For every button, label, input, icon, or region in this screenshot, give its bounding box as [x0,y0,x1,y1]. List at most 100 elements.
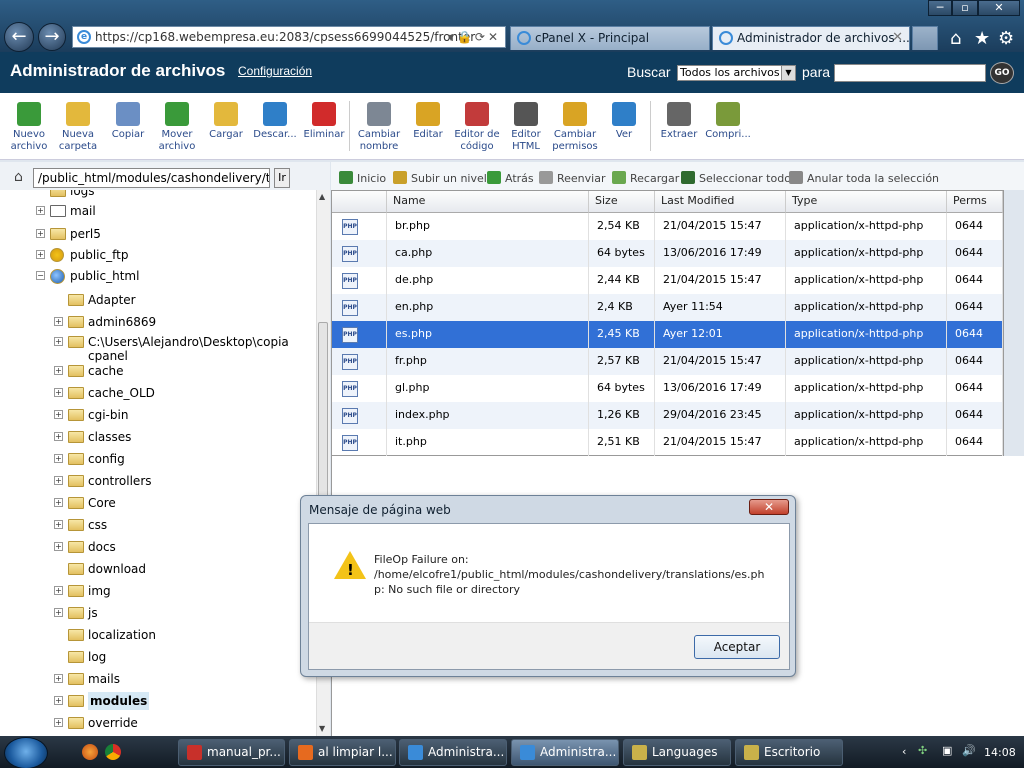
toolbar-button[interactable]: Nueva carpeta [53,96,103,153]
close-window-button[interactable]: ✕ [978,0,1020,16]
toolbar-button[interactable]: Compri... [703,96,753,141]
expand-icon[interactable]: + [54,410,63,419]
taskbar-item[interactable]: al limpiar l... [289,739,396,766]
expand-icon[interactable]: + [54,586,63,595]
gear-icon[interactable]: ⚙ [998,28,1014,49]
php-file-icon: PHP [342,327,358,343]
go-button[interactable]: GO [990,62,1014,84]
taskbar-item[interactable]: manual_pr... [178,739,285,766]
nav-action[interactable]: Recargar [612,171,679,185]
table-row[interactable]: PHP gl.php 64 bytes 13/06/2016 17:49 applica… [332,375,1003,402]
expand-icon[interactable]: + [54,454,63,463]
taskbar-item[interactable]: Languages [623,739,731,766]
expand-icon[interactable]: + [54,718,63,727]
expand-icon[interactable]: + [54,608,63,617]
table-row[interactable]: PHP es.php 2,45 KB Ayer 12:01 application/x-… [332,321,1003,348]
table-row[interactable]: PHP ca.php 64 bytes 13/06/2016 17:49 applica… [332,240,1003,267]
expand-icon[interactable]: + [54,388,63,397]
tab-cpanel[interactable]: cPanel X - Principal [510,26,710,50]
home-icon[interactable]: ⌂ [950,28,961,49]
home-directory-icon[interactable]: ⌂ [14,169,30,185]
expand-icon[interactable]: + [54,337,63,346]
star-icon[interactable]: ★ [974,28,990,49]
expand-icon[interactable]: + [54,520,63,529]
collapse-icon[interactable]: − [36,271,45,280]
toolbar-button[interactable]: Cambiar permisos [550,96,600,153]
taskbar-item[interactable]: Administra... [511,739,619,766]
accept-button[interactable]: Aceptar [694,635,780,659]
toolbar-button[interactable]: Cargar [201,96,251,141]
expand-icon[interactable]: + [54,432,63,441]
table-row[interactable]: PHP de.php 2,44 KB 21/04/2015 15:47 applicat… [332,267,1003,294]
column-header[interactable]: Size [589,191,655,213]
search-scope-select[interactable]: Todos los archivos ▼ [677,65,796,81]
table-row[interactable]: PHP en.php 2,4 KB Ayer 11:54 application/x-h… [332,294,1003,321]
address-bar[interactable]: e https://cp168.webempresa.eu:2083/cpses… [72,26,506,48]
toolbar-button[interactable]: Editar [403,96,453,141]
expand-icon[interactable]: + [54,366,63,375]
column-header[interactable]: Type [786,191,947,213]
toolbar-button[interactable]: Editor HTML [501,96,551,153]
expand-icon[interactable]: + [54,674,63,683]
toolbar-button[interactable]: Ver [599,96,649,141]
taskbar-item[interactable]: Administra... [399,739,507,766]
toolbar-button[interactable]: Eliminar [299,96,349,141]
toolbar-button[interactable]: Nuevo archivo [4,96,54,153]
toolbar-button[interactable]: Mover archivo [152,96,202,153]
table-row[interactable]: PHP it.php 2,51 KB 21/04/2015 15:47 applicat… [332,429,1003,456]
expand-icon[interactable]: + [54,476,63,485]
taskbar-item[interactable]: Escritorio [735,739,843,766]
nav-action[interactable]: Reenviar [539,171,606,185]
column-header[interactable]: Name [387,191,589,213]
expand-icon[interactable]: + [36,206,45,215]
settings-link[interactable]: Configuración [238,64,312,78]
back-button[interactable]: ← [4,22,34,52]
network-icon[interactable]: ✣ [918,744,927,757]
column-header-icon[interactable] [332,191,387,213]
chevron-left-icon[interactable]: ‹ [902,745,906,758]
file-icon-cell: PHP [332,321,387,348]
nav-action[interactable]: Anular toda la selección [789,171,939,185]
expand-icon[interactable]: + [54,542,63,551]
expand-icon[interactable]: + [36,250,45,259]
start-button[interactable] [4,737,48,768]
path-input[interactable]: /public_html/modules/cashondelivery/trar [33,168,270,188]
toolbar-button[interactable]: Extraer [654,96,704,141]
expand-icon[interactable]: + [54,317,63,326]
column-header[interactable]: Perms [947,191,1003,213]
tab-file-manager[interactable]: Administrador de archivos ... ✕ [712,26,910,50]
toolbar-button[interactable]: Copiar [103,96,153,141]
go-path-button[interactable]: Ir [274,168,290,188]
monitor-icon[interactable]: ▣ [942,744,952,757]
expand-icon[interactable]: + [54,498,63,507]
scroll-down-icon[interactable]: ▼ [319,724,325,733]
clock[interactable]: 14:08 [984,746,1016,759]
nav-action[interactable]: Inicio [339,171,386,185]
expand-icon[interactable]: + [54,696,63,705]
search-input[interactable] [834,64,986,82]
toolbar-button[interactable]: Editor de código [452,96,502,153]
minimize-button[interactable]: ─ [928,0,952,16]
dialog-close-button[interactable]: ✕ [749,499,789,515]
table-row[interactable]: PHP index.php 1,26 KB 29/04/2016 23:45 appli… [332,402,1003,429]
chrome-icon[interactable] [105,744,121,760]
address-actions-icon[interactable]: ▾🔒⟳✕ [448,27,501,47]
column-header[interactable]: Last Modified [655,191,786,213]
scroll-up-icon[interactable]: ▲ [319,192,325,201]
firefox-icon[interactable] [82,744,98,760]
toolbar-button[interactable]: Descar... [250,96,300,141]
nav-action[interactable]: Subir un nivel [393,171,487,185]
new-tab-button[interactable] [912,26,938,50]
nav-action[interactable]: Seleccionar todo [681,171,791,185]
cell-type: application/x-httpd-php [786,348,947,375]
maximize-button[interactable]: ▫ [952,0,978,16]
nav-action[interactable]: Atrás [487,171,534,185]
toolbar-button[interactable]: Cambiar nombre [354,96,404,153]
expand-icon[interactable]: + [36,229,45,238]
table-row[interactable]: PHP fr.php 2,57 KB 21/04/2015 15:47 applicat… [332,348,1003,375]
close-tab-icon[interactable]: ✕ [892,27,903,49]
file-icon-cell: PHP [332,213,387,240]
table-row[interactable]: PHP br.php 2,54 KB 21/04/2015 15:47 applicat… [332,213,1003,240]
forward-button[interactable]: → [38,23,66,51]
volume-icon[interactable]: 🔊 [962,744,976,757]
